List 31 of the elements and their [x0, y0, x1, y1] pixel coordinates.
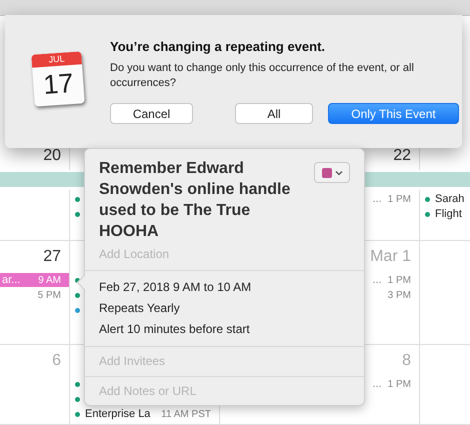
- event-title[interactable]: ...: [372, 193, 382, 205]
- event-title[interactable]: Flight: [435, 208, 462, 220]
- event-detail[interactable]: Feb 27, 2018 9 AM to 10 AM: [99, 277, 350, 298]
- chevron-icon: [334, 170, 342, 176]
- day-number: Mar 1: [370, 248, 411, 266]
- day-number: 22: [393, 147, 411, 165]
- day-number: 20: [43, 147, 61, 165]
- event-title[interactable]: Enterprise La: [85, 408, 150, 420]
- event-time: 9 AM: [38, 274, 61, 286]
- event-time: 1 PM: [388, 378, 411, 390]
- event-title[interactable]: Remember Edward Snowden's online handle used to be The True HOOHA: [99, 158, 314, 242]
- dialog-button[interactable]: Cancel: [110, 103, 193, 124]
- event-title[interactable]: ...: [372, 274, 382, 286]
- event-detail[interactable]: Repeats Yearly: [99, 298, 350, 319]
- day-number: 6: [52, 352, 61, 370]
- event-time: 1 PM: [388, 194, 411, 204]
- event-time: 3 PM: [388, 290, 411, 300]
- calendar-color-button[interactable]: [314, 162, 350, 183]
- event-time: 11 AM PST: [161, 408, 211, 420]
- event-title: ar...: [2, 274, 20, 286]
- event-detail[interactable]: Alert 10 minutes before start: [99, 319, 350, 340]
- event-time: 1 PM: [388, 274, 411, 286]
- event-time: 5 PM: [38, 290, 61, 300]
- dialog-button[interactable]: All: [235, 103, 313, 124]
- dialog-title: You’re changing a repeating event.: [110, 39, 326, 54]
- day-number: 8: [402, 352, 411, 370]
- event-title[interactable]: ...: [372, 378, 382, 390]
- day-number: 27: [43, 248, 61, 266]
- icon-month: JUL: [31, 51, 82, 68]
- event-title[interactable]: Sarah: [435, 193, 464, 205]
- dialog-message: Do you want to change only this occurrence of the event, or all occurrences?: [110, 61, 415, 91]
